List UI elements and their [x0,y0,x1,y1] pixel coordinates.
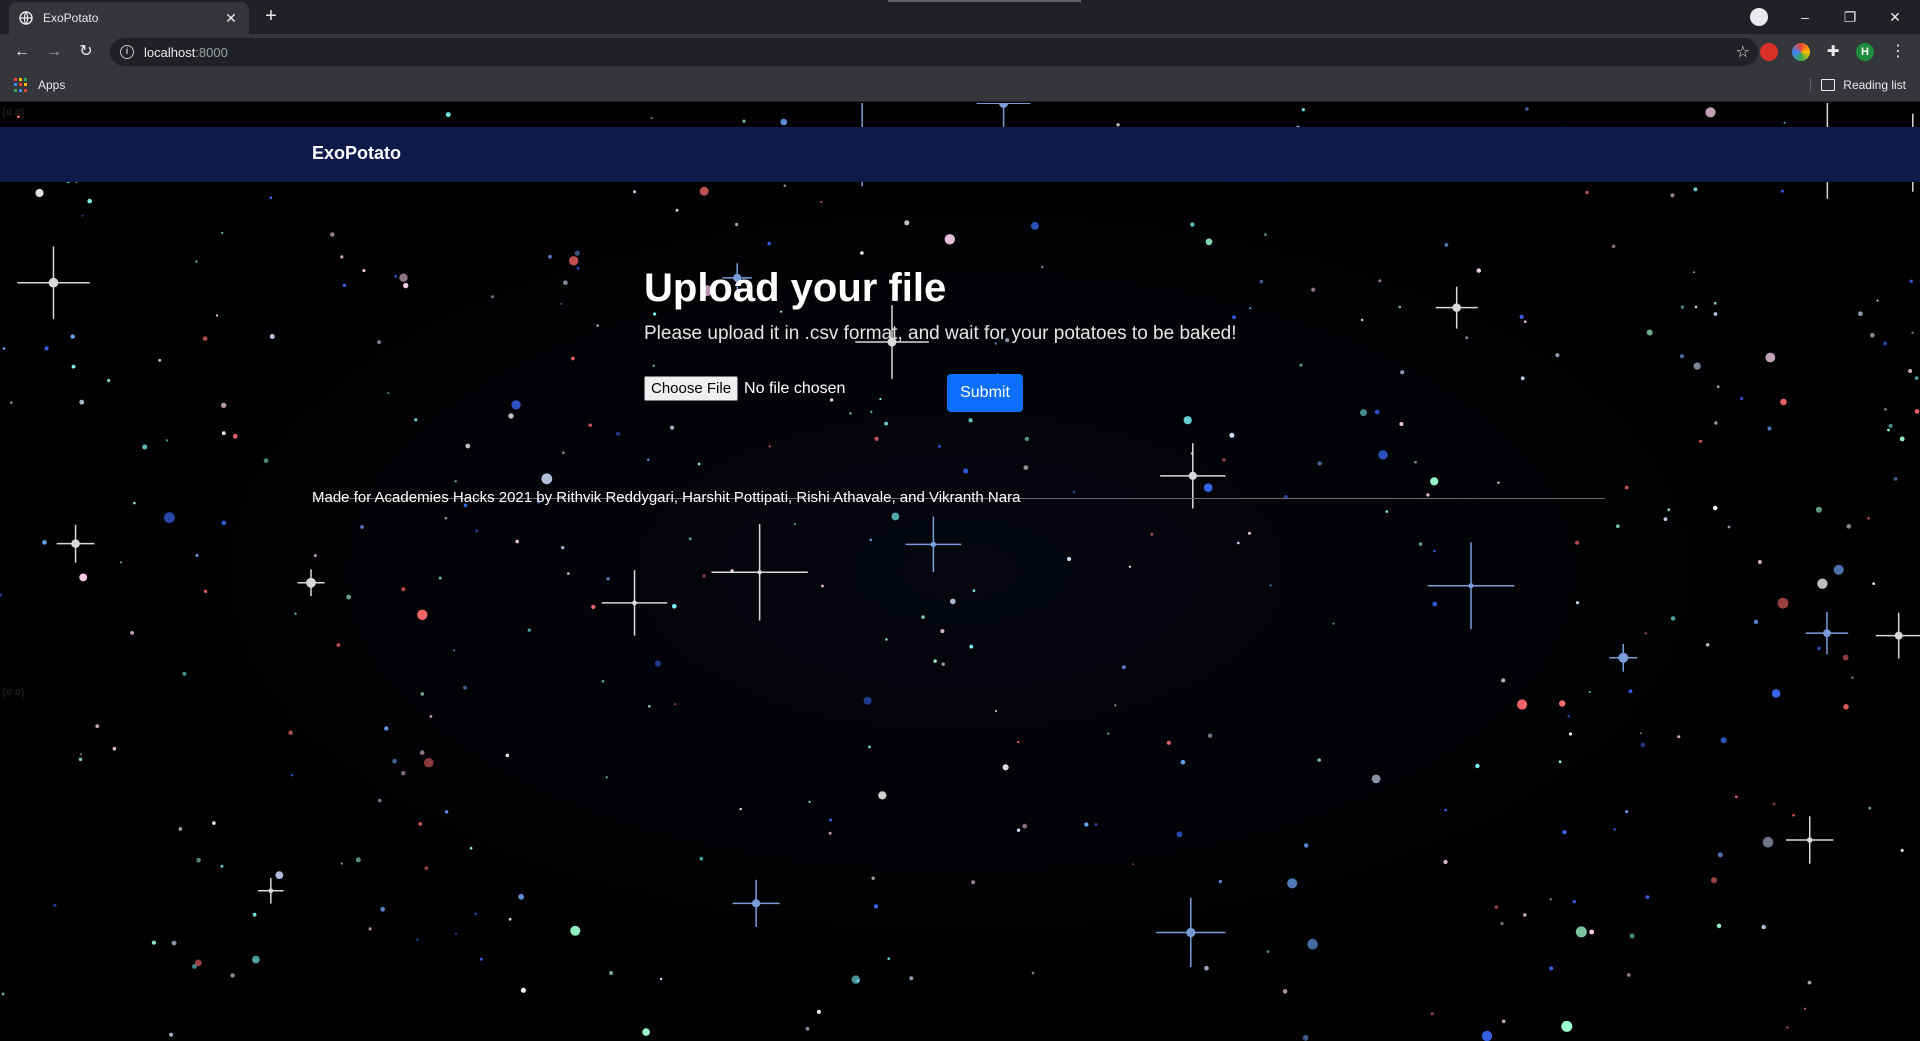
puzzle-icon[interactable]: ✚ [1824,43,1842,61]
back-icon[interactable]: ← [12,42,32,62]
file-input[interactable]: Choose File No file chosen [644,376,845,401]
restore-icon[interactable]: ❐ [1839,6,1861,28]
template-tag-text: {# #} [2,687,25,699]
globe-icon [19,11,33,25]
forward-icon[interactable]: → [44,42,64,62]
extension-icon[interactable] [1792,43,1810,61]
kebab-menu-icon[interactable]: ⋮ [1888,42,1908,62]
template-tag-text: {# #} [2,107,25,119]
upload-instructions: Please upload it in .csv format, and wai… [644,323,1237,344]
starfield-background [0,103,1920,1041]
browser-tab[interactable]: ExoPotato ✕ [9,2,249,34]
page-title: Upload your file [644,266,947,310]
avatar[interactable]: H [1856,43,1874,61]
site-navbar: ExoPotato [0,127,1920,182]
tab-title: ExoPotato [43,11,99,25]
apps-grid-icon [14,78,28,92]
reload-icon[interactable]: ↻ [76,42,96,62]
apps-label: Apps [38,78,66,92]
reading-list-label: Reading list [1843,78,1906,92]
choose-file-button[interactable]: Choose File [644,376,739,401]
extension-icon[interactable] [1760,43,1778,61]
media-control-icon[interactable] [1750,8,1768,26]
star-icon[interactable]: ☆ [1736,42,1750,62]
apps-shortcut[interactable]: Apps [14,78,65,92]
info-icon[interactable]: i [120,45,134,59]
address-bar[interactable]: i localhost :8000 ☆ [110,38,1758,66]
brand-logo-text[interactable]: ExoPotato [312,143,401,164]
reading-list-button[interactable]: Reading list [1810,78,1906,92]
url-port: :8000 [195,44,228,60]
credits-text: Made for Academies Hacks 2021 by Rithvik… [312,489,1021,506]
window-close-icon[interactable]: ✕ [1884,6,1906,28]
page-viewport: {# #} {# #} ExoPotato Upload your file P… [0,103,1920,1041]
submit-button[interactable]: Submit [947,374,1023,412]
plus-icon[interactable]: + [260,6,282,28]
upload-section: Upload your file Please upload it in .cs… [644,266,1237,345]
bookmarks-bar: Apps Reading list [0,70,1920,102]
url-host: localhost [144,44,196,60]
reading-list-icon [1821,79,1836,91]
window-drag-indicator [888,0,1081,2]
close-icon[interactable]: ✕ [223,10,239,27]
browser-toolbar: ← → ↻ i localhost :8000 ☆ ✚ H ⋮ [0,34,1920,70]
minimize-icon[interactable]: – [1794,6,1816,28]
file-status-text: No file chosen [744,379,846,397]
tab-strip: ExoPotato ✕ + – ❐ ✕ [0,0,1920,34]
